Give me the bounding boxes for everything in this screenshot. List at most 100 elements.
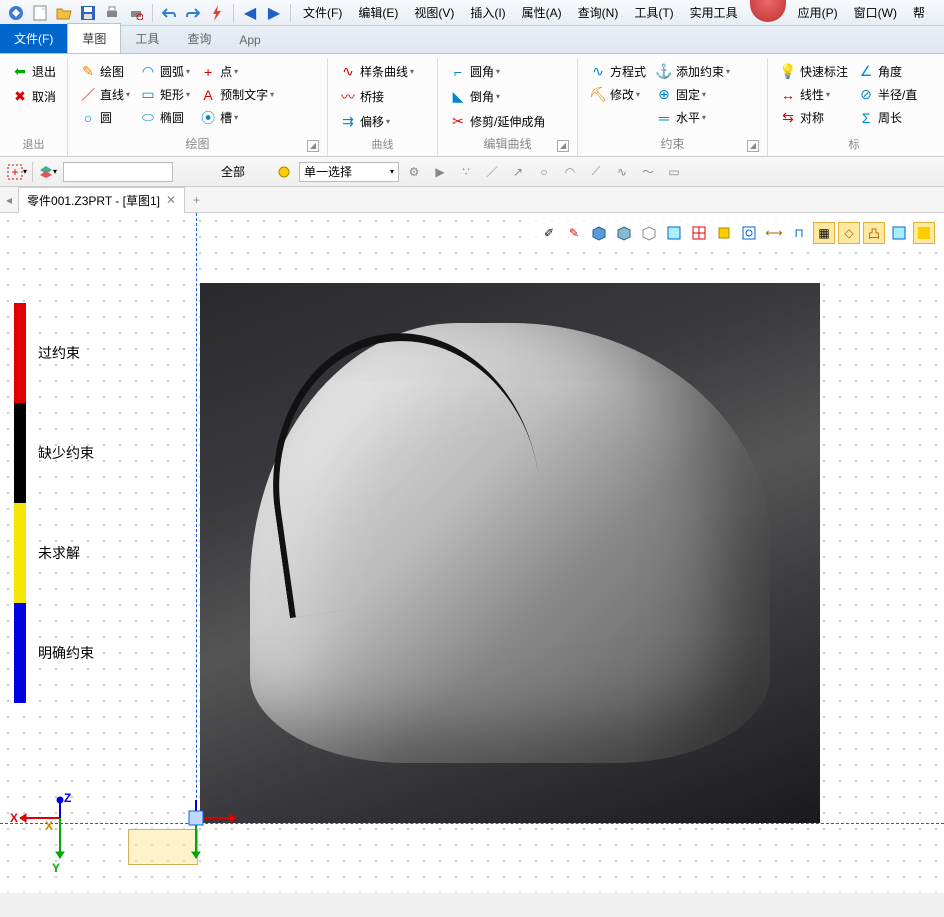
zoom-fit-icon[interactable] (713, 222, 735, 244)
arc-tool-icon[interactable]: ◠ (559, 161, 581, 183)
spline-button[interactable]: ∿样条曲线▾ (336, 60, 429, 83)
gear-icon[interactable]: ⚙ (403, 161, 425, 183)
region-tool-icon[interactable]: ▭ (663, 161, 685, 183)
menu-help[interactable]: 帮 (905, 4, 933, 21)
angle-dim-button[interactable]: ∠角度 (854, 60, 921, 83)
equation-button[interactable]: ∿方程式 (586, 60, 650, 83)
tab-scroll-left-icon[interactable]: ◂ (6, 193, 12, 207)
grid-icon[interactable] (688, 222, 710, 244)
pick-icon[interactable] (273, 161, 295, 183)
add-tab-button[interactable]: + (185, 189, 208, 211)
open-icon[interactable] (54, 3, 74, 23)
save-icon[interactable] (78, 3, 98, 23)
redo-icon[interactable] (183, 3, 203, 23)
modify-button[interactable]: ⛏修改▾ (586, 83, 650, 106)
chamfer-button[interactable]: ◣倒角▾ (446, 85, 569, 108)
trim-button[interactable]: ✂修剪/延伸成角 (446, 110, 569, 133)
document-tab[interactable]: 零件001.Z3PRT - [草图1] ✕ (18, 187, 185, 213)
rect-button[interactable]: ▭矩形▾ (136, 83, 194, 106)
menu-file[interactable]: 文件(F) (295, 4, 350, 21)
close-icon[interactable]: ✕ (166, 193, 176, 207)
bolt-icon[interactable] (207, 3, 227, 23)
menu-edit[interactable]: 编辑(E) (350, 4, 406, 21)
measure-icon[interactable]: ⟷ (763, 222, 785, 244)
print-preview-icon[interactable] (126, 3, 146, 23)
menu-util[interactable]: 实用工具 (682, 4, 746, 21)
tab-query[interactable]: 查询 (173, 24, 225, 53)
ortho-toggle-icon[interactable]: ◇ (838, 222, 860, 244)
tab-sketch[interactable]: 草图 (67, 23, 121, 53)
app-logo-icon[interactable] (6, 3, 26, 23)
expand-icon[interactable]: ◢ (557, 140, 569, 152)
canvas[interactable]: ✐ ✎ ⟷ ⊓ ▦ ◇ 凸 过约束 缺少约束 未求解 明确约束 X (0, 213, 944, 893)
menu-attr[interactable]: 属性(A) (514, 4, 570, 21)
exit-button[interactable]: ⬅退出 (8, 60, 60, 83)
render-toggle-icon[interactable] (913, 222, 935, 244)
plane-icon[interactable] (663, 222, 685, 244)
paint-icon[interactable]: ✎ (563, 222, 585, 244)
eraser-icon[interactable]: ✐ (538, 222, 560, 244)
ruler-icon[interactable]: ⊓ (788, 222, 810, 244)
slot-button[interactable]: ⦿槽▾ (196, 106, 278, 129)
reference-image[interactable] (200, 283, 820, 823)
zoom-window-icon[interactable] (738, 222, 760, 244)
toolbar-divider (233, 4, 234, 22)
view-icon[interactable] (888, 222, 910, 244)
tab-tools[interactable]: 工具 (121, 24, 173, 53)
curve-tool-icon[interactable]: ∵ (455, 161, 477, 183)
cube-shaded-icon[interactable] (588, 222, 610, 244)
legend-item: 缺少约束 (14, 403, 94, 503)
circle-tool-icon[interactable]: ○ (533, 161, 555, 183)
nav-back-icon[interactable]: ◀ (240, 3, 260, 23)
fillet-button[interactable]: ⌐圆角▾ (446, 60, 569, 83)
constraint-legend: 过约束 缺少约束 未求解 明确约束 (14, 303, 94, 703)
sym-dim-button[interactable]: ⇆对称 (776, 106, 852, 129)
offset-button[interactable]: ⇉偏移▾ (336, 110, 429, 133)
spline-tool-icon[interactable]: ∿ (611, 161, 633, 183)
snap-toggle-icon[interactable]: ▦ (813, 222, 835, 244)
new-icon[interactable] (30, 3, 50, 23)
menu-insert[interactable]: 插入(I) (462, 4, 513, 21)
edge-tool-icon[interactable]: ↗ (507, 161, 529, 183)
menu-app[interactable]: 应用(P) (790, 4, 846, 21)
line-button[interactable]: ／直线▾ (76, 83, 134, 106)
text-button[interactable]: A预制文字▾ (196, 83, 278, 106)
cube-wire-icon[interactable] (613, 222, 635, 244)
circle-button[interactable]: ○圆 (76, 106, 134, 129)
add-constraint-button[interactable]: ⚓添加约束▾ (652, 60, 734, 83)
radius-dim-button[interactable]: ⊘半径/直 (854, 83, 921, 106)
tab-app[interactable]: App (225, 27, 274, 53)
quick-dim-button[interactable]: 💡快速标注 (776, 60, 852, 83)
fix-button[interactable]: ⊕固定▾ (652, 83, 734, 106)
layer-input[interactable] (63, 162, 173, 182)
constraint-toggle-icon[interactable]: 凸 (863, 222, 885, 244)
linear-dim-button[interactable]: ↔线性▾ (776, 83, 852, 106)
layer-icon[interactable]: ▾ (37, 161, 59, 183)
expand-icon[interactable]: ◢ (307, 140, 319, 152)
bridge-button[interactable]: 〰桥接 (336, 85, 429, 108)
horizontal-button[interactable]: ═水平▾ (652, 106, 734, 129)
ellipse-button[interactable]: ⬭椭圆 (136, 106, 194, 129)
filter-icon[interactable]: +▾ (6, 161, 28, 183)
expand-icon[interactable]: ◢ (747, 140, 759, 152)
cancel-button[interactable]: ✖取消 (8, 85, 60, 108)
print-icon[interactable] (102, 3, 122, 23)
path-tool-icon[interactable]: ⟋ (585, 161, 607, 183)
play-icon[interactable]: ▶ (429, 161, 451, 183)
wave-tool-icon[interactable]: 〜 (637, 161, 659, 183)
draw-button[interactable]: ✎绘图 (76, 60, 134, 83)
menu-query[interactable]: 查询(N) (570, 4, 627, 21)
app-camera-icon[interactable] (750, 0, 786, 22)
cube-hidden-icon[interactable] (638, 222, 660, 244)
select-mode-dropdown[interactable]: 单一选择▾ (299, 162, 399, 182)
undo-icon[interactable] (159, 3, 179, 23)
menu-tools[interactable]: 工具(T) (626, 4, 681, 21)
point-button[interactable]: +点▾ (196, 60, 278, 83)
arc-button[interactable]: ◠圆弧▾ (136, 60, 194, 83)
line-tool-icon[interactable]: ／ (481, 161, 503, 183)
tab-file[interactable]: 文件(F) (0, 24, 67, 53)
nav-fwd-icon[interactable]: ▶ (264, 3, 284, 23)
perimeter-dim-button[interactable]: Σ周长 (854, 106, 921, 129)
menu-view[interactable]: 视图(V) (406, 4, 462, 21)
menu-window[interactable]: 窗口(W) (846, 4, 905, 21)
